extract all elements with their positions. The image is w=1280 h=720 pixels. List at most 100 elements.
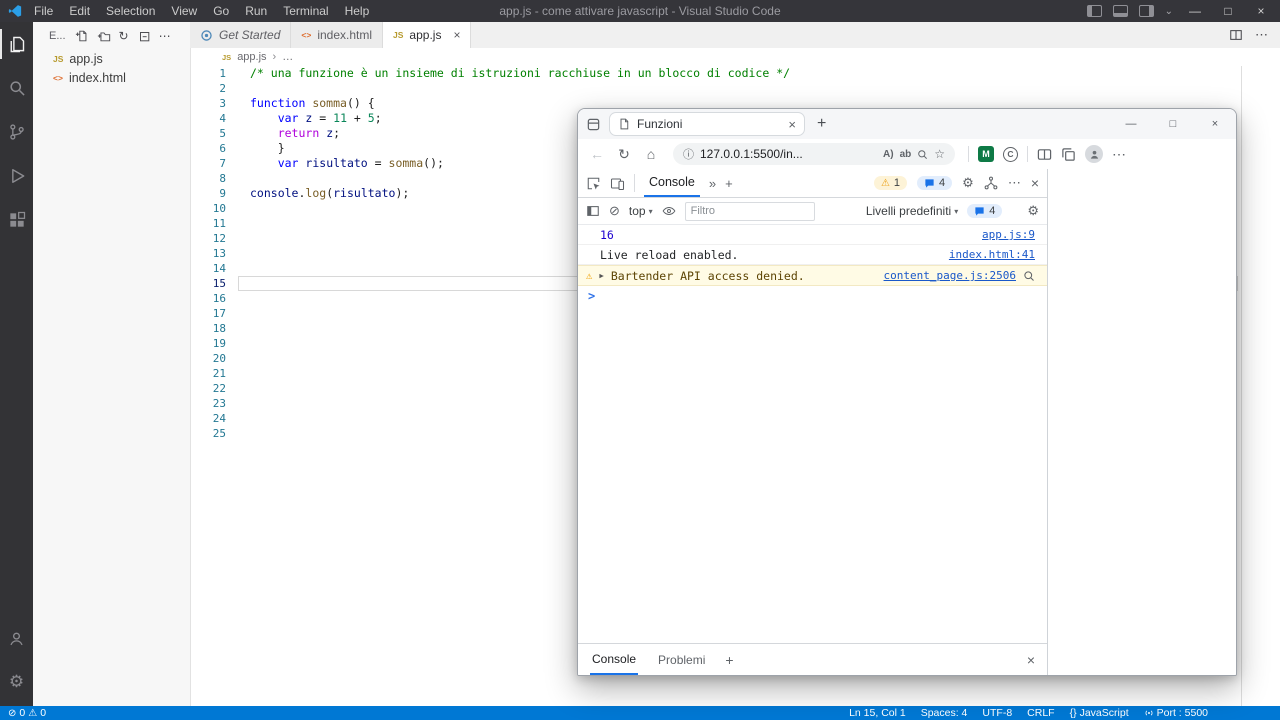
window-close-button[interactable]: × [1250, 4, 1272, 18]
window-close-button[interactable]: × [1194, 109, 1236, 139]
back-icon[interactable]: ← [588, 146, 606, 162]
editor-more-icon[interactable]: ⋯ [1255, 27, 1268, 43]
breadcrumbs[interactable]: JS app.js › … [190, 48, 1280, 66]
more-tabs-icon[interactable]: » [709, 176, 716, 191]
console-message-warning[interactable]: ⚠ ▶ Bartender API access denied. content… [578, 265, 1047, 286]
run-debug-icon[interactable] [0, 154, 33, 198]
tab-get-started[interactable]: Get Started [190, 22, 291, 48]
url-text[interactable]: 127.0.0.1:5500/in... [700, 147, 877, 161]
menu-help[interactable]: Help [337, 4, 378, 18]
line-number[interactable]: 15 [190, 276, 234, 291]
menu-terminal[interactable]: Terminal [275, 4, 336, 18]
line-number[interactable]: 19 [190, 336, 234, 351]
device-toolbar-icon[interactable] [610, 176, 625, 191]
zoom-icon[interactable] [917, 149, 928, 160]
issues-counter[interactable]: 4 [917, 176, 952, 190]
close-devtools-icon[interactable]: × [1031, 175, 1039, 191]
line-number[interactable]: 14 [190, 261, 234, 276]
translate-icon[interactable]: ab [900, 149, 912, 160]
live-expression-eye-icon[interactable] [662, 204, 676, 218]
source-link[interactable]: content_page.js:2506 [884, 269, 1016, 282]
editor-scrollbar[interactable] [1241, 66, 1242, 706]
language-mode[interactable]: {} JavaScript [1070, 707, 1129, 719]
read-aloud-icon[interactable]: A) [883, 149, 894, 160]
extensions-icon[interactable] [0, 198, 33, 242]
breadcrumb-more[interactable]: … [282, 51, 293, 63]
line-number[interactable]: 23 [190, 396, 234, 411]
menu-file[interactable]: File [26, 4, 61, 18]
line-number[interactable]: 21 [190, 366, 234, 381]
tab-actions-icon[interactable] [586, 117, 601, 132]
split-editor-icon[interactable] [1229, 28, 1243, 42]
tab-app-js[interactable]: JS app.js × [383, 22, 471, 48]
search-icon[interactable] [0, 66, 33, 110]
eol-indicator[interactable]: CRLF [1027, 707, 1054, 719]
split-screen-icon[interactable] [1037, 147, 1052, 162]
devtools-tab-console[interactable]: Console [644, 169, 700, 197]
devtools-menu-icon[interactable]: ⋯ [1008, 175, 1021, 191]
browser-menu-icon[interactable]: ⋯ [1112, 146, 1126, 163]
new-folder-icon[interactable] [97, 29, 111, 43]
views-more-icon[interactable]: ⋯ [159, 29, 171, 43]
line-number[interactable]: 1 [190, 66, 234, 81]
extension-m-icon[interactable]: M [978, 146, 994, 162]
line-number[interactable]: 24 [190, 411, 234, 426]
warnings-counter[interactable]: ⚠ 1 [874, 176, 907, 190]
collapse-all-icon[interactable] [137, 29, 151, 43]
accounts-icon[interactable] [0, 616, 33, 660]
line-number[interactable]: 22 [190, 381, 234, 396]
line-number[interactable]: 4 [190, 111, 234, 126]
menu-view[interactable]: View [163, 4, 205, 18]
drawer-tab-problems[interactable]: Problemi [656, 644, 707, 675]
console-filter-input[interactable] [685, 202, 815, 221]
refresh-icon[interactable]: ↻ [615, 146, 633, 163]
address-bar[interactable]: ⓘ 127.0.0.1:5500/in... A) ab ☆ [673, 143, 955, 165]
menu-run[interactable]: Run [237, 4, 275, 18]
home-icon[interactable]: ⌂ [642, 146, 660, 162]
window-maximize-button[interactable]: □ [1152, 109, 1194, 139]
context-selector[interactable]: top ▾ [629, 204, 653, 218]
line-numbers[interactable]: 1234567891011121314151617181920212223242… [190, 66, 234, 441]
source-link[interactable]: app.js:9 [982, 228, 1035, 241]
menu-go[interactable]: Go [205, 4, 237, 18]
issues-counter[interactable]: 4 [967, 204, 1002, 218]
line-number[interactable]: 16 [190, 291, 234, 306]
encoding[interactable]: UTF-8 [982, 707, 1012, 719]
menu-edit[interactable]: Edit [61, 4, 98, 18]
clear-console-icon[interactable]: ⊘ [609, 203, 620, 219]
line-number[interactable]: 5 [190, 126, 234, 141]
indentation[interactable]: Spaces: 4 [921, 707, 968, 719]
line-number[interactable]: 20 [190, 351, 234, 366]
extension-c-icon[interactable]: C [1003, 147, 1018, 162]
line-number[interactable]: 13 [190, 246, 234, 261]
cursor-position[interactable]: Ln 15, Col 1 [849, 707, 906, 719]
window-minimize-button[interactable]: — [1110, 109, 1152, 139]
toggle-secondary-sidebar-icon[interactable] [1139, 5, 1154, 17]
explorer-icon[interactable] [0, 22, 33, 66]
console-prompt[interactable]: > [578, 286, 1047, 305]
devtools-settings-icon[interactable]: ⚙ [962, 175, 974, 191]
close-drawer-icon[interactable]: × [1027, 652, 1035, 668]
add-drawer-tool-icon[interactable]: + [725, 652, 733, 668]
site-info-icon[interactable]: ⓘ [683, 146, 694, 162]
collections-icon[interactable] [1061, 147, 1076, 162]
breadcrumb-item[interactable]: app.js [237, 51, 266, 63]
add-tool-icon[interactable]: + [725, 176, 733, 191]
log-levels-selector[interactable]: Livelli predefiniti ▾ [866, 204, 958, 218]
live-server-port[interactable]: Port : 5500 [1144, 707, 1208, 719]
problems-indicator[interactable]: ⊘ 0 ⚠ 0 [8, 707, 46, 719]
browser-tab-funzioni[interactable]: Funzioni × [609, 112, 805, 136]
toggle-sidebar-icon[interactable] [1087, 5, 1102, 17]
new-tab-button[interactable]: + [817, 115, 826, 133]
source-control-icon[interactable] [0, 110, 33, 154]
window-maximize-button[interactable]: □ [1217, 4, 1239, 18]
line-number[interactable]: 18 [190, 321, 234, 336]
expand-icon[interactable]: ▶ [599, 271, 604, 280]
line-number[interactable]: 9 [190, 186, 234, 201]
web-page-area[interactable] [1048, 169, 1236, 675]
customize-layout-icon[interactable]: ⌄ [1165, 6, 1173, 17]
settings-gear-icon[interactable]: ⚙ [0, 660, 33, 704]
line-number[interactable]: 17 [190, 306, 234, 321]
search-similar-icon[interactable] [1023, 270, 1035, 282]
refresh-icon[interactable]: ↻ [119, 29, 129, 43]
